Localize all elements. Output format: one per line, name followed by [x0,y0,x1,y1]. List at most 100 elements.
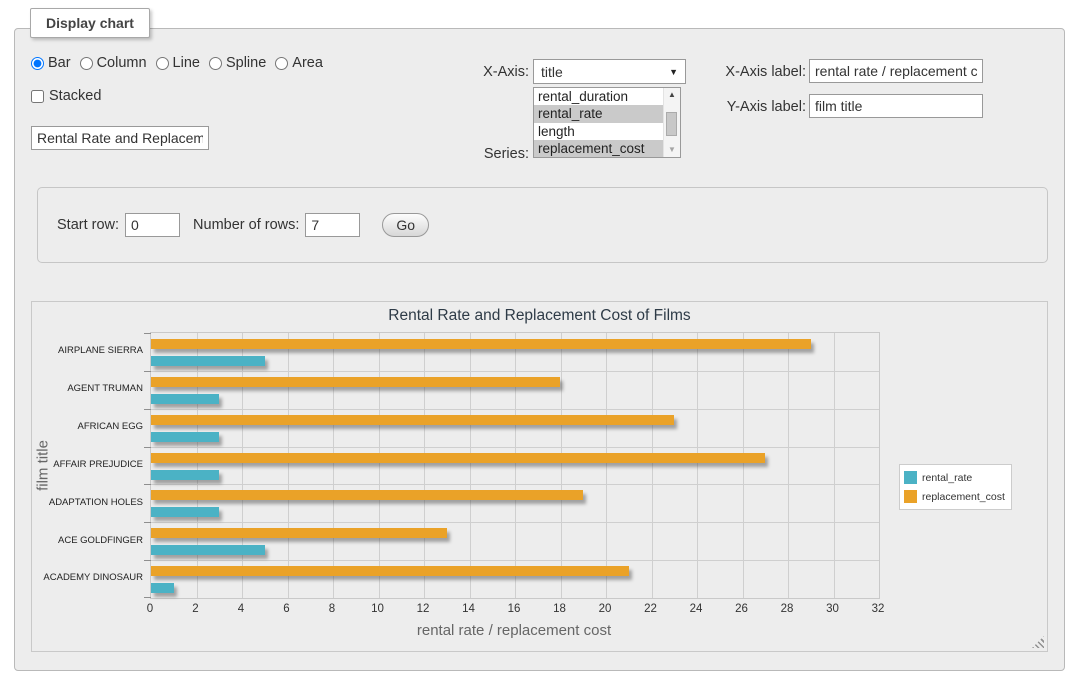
number-of-rows-input[interactable] [305,213,360,237]
gridline [743,333,744,598]
start-row-input[interactable] [125,213,180,237]
y-category-label: AGENT TRUMAN [32,370,143,408]
gridline [561,333,562,598]
y-category-label: ACADEMY DINOSAUR [32,559,143,597]
x-axis-label-input[interactable] [809,59,983,83]
replacement_cost-bar [151,377,560,387]
series-option-rental_duration[interactable]: rental_duration [534,88,663,105]
x-axis-selected-value: title [541,64,563,80]
y-axis-tick [144,560,151,561]
go-button[interactable]: Go [382,213,429,237]
legend-swatch-icon [904,490,917,503]
y-axis-tick [144,597,151,598]
series-multiselect[interactable]: rental_durationrental_ratelengthreplacem… [533,87,681,158]
y-category-label: AIRPLANE SIERRA [32,332,143,370]
y-axis-label-input[interactable] [809,94,983,118]
x-tick-label: 6 [283,603,289,615]
chart: Rental Rate and Replacement Cost of Film… [31,301,1048,652]
chart-type-radio-column[interactable]: Column [80,55,147,71]
display-chart-fieldset: Display chart BarColumnLineSplineArea St… [14,28,1065,671]
chart-resize-handle[interactable] [1032,636,1044,648]
chart-plot-area [150,332,880,599]
x-tick-label: 0 [147,603,153,615]
scroll-down-icon[interactable]: ▼ [664,143,680,157]
chart-type-radio-input-spline[interactable] [209,57,222,70]
gridline [151,484,879,485]
chart-type-radio-input-bar[interactable] [31,57,44,70]
gridline [333,333,334,598]
gridline [151,447,879,448]
x-tick-label: 26 [735,603,748,615]
chart-legend: rental_ratereplacement_cost [899,464,1012,510]
rental_rate-bar [151,507,219,517]
x-tick-label: 18 [553,603,566,615]
chart-type-radio-bar[interactable]: Bar [31,55,71,71]
chart-type-radio-spline[interactable]: Spline [209,55,266,71]
stacked-checkbox[interactable] [31,90,44,103]
gridline [151,522,879,523]
x-tick-label: 10 [371,603,384,615]
chart-x-axis-title: rental rate / replacement cost [150,622,878,639]
gridline [606,333,607,598]
y-axis-tick [144,371,151,372]
x-tick-label: 30 [826,603,839,615]
gridline [652,333,653,598]
y-axis-tick [144,484,151,485]
x-tick-label: 16 [508,603,521,615]
chart-x-ticks: 02468101214161820222426283032 [150,603,878,617]
y-axis-tick [144,333,151,334]
x-tick-label: 24 [690,603,703,615]
scrollbar-thumb[interactable] [666,112,677,136]
chart-type-radio-area[interactable]: Area [275,55,323,71]
x-tick-label: 14 [462,603,475,615]
replacement_cost-bar [151,453,765,463]
stacked-checkbox-row[interactable]: Stacked [31,88,101,104]
y-category-label: AFRICAN EGG [32,408,143,446]
legend-item: replacement_cost [904,487,1005,506]
legend-swatch-icon [904,471,917,484]
y-category-label: ADAPTATION HOLES [32,483,143,521]
x-tick-label: 12 [417,603,430,615]
chart-type-radio-input-line[interactable] [156,57,169,70]
x-tick-label: 20 [599,603,612,615]
series-options: rental_durationrental_ratelengthreplacem… [534,88,663,157]
chart-title-input[interactable] [31,126,209,150]
y-axis-tick [144,409,151,410]
replacement_cost-bar [151,415,674,425]
series-list-label: Series: [409,146,529,162]
rental_rate-bar [151,432,219,442]
series-option-replacement_cost[interactable]: replacement_cost [534,140,663,157]
x-tick-label: 2 [192,603,198,615]
chart-type-radio-input-column[interactable] [80,57,93,70]
gridline [151,371,879,372]
x-tick-label: 22 [644,603,657,615]
rental_rate-bar [151,470,219,480]
chart-title: Rental Rate and Replacement Cost of Film… [32,307,1047,325]
replacement_cost-bar [151,566,629,576]
gridline [151,409,879,410]
x-axis-select-label: X-Axis: [409,64,529,80]
chart-type-radio-line[interactable]: Line [156,55,200,71]
page: Display chart Bar Column Line Spline Area St… [0,0,1081,681]
x-tick-label: 4 [238,603,244,615]
chart-type-radio-label: Spline [226,55,266,71]
chart-type-radio-group: Bar Column Line Spline Area [31,55,323,71]
gridline [697,333,698,598]
rental_rate-bar [151,394,219,404]
chart-type-radio-input-area[interactable] [275,57,288,70]
replacement_cost-bar [151,528,447,538]
number-of-rows-label: Number of rows: [193,217,299,233]
x-axis-select[interactable]: title ▼ [533,59,686,84]
gridline [515,333,516,598]
series-option-length[interactable]: length [534,123,663,140]
stacked-label: Stacked [49,88,101,104]
chart-type-radio-label: Column [97,55,147,71]
gridline [197,333,198,598]
fieldset-legend: Display chart [30,8,150,38]
rows-control-panel: Start row: Number of rows: Go [37,187,1048,263]
series-option-rental_rate[interactable]: rental_rate [534,105,663,122]
chart-type-radio-label: Bar [48,55,71,71]
legend-item: rental_rate [904,468,1005,487]
y-axis-tick [144,522,151,523]
replacement_cost-bar [151,339,811,349]
